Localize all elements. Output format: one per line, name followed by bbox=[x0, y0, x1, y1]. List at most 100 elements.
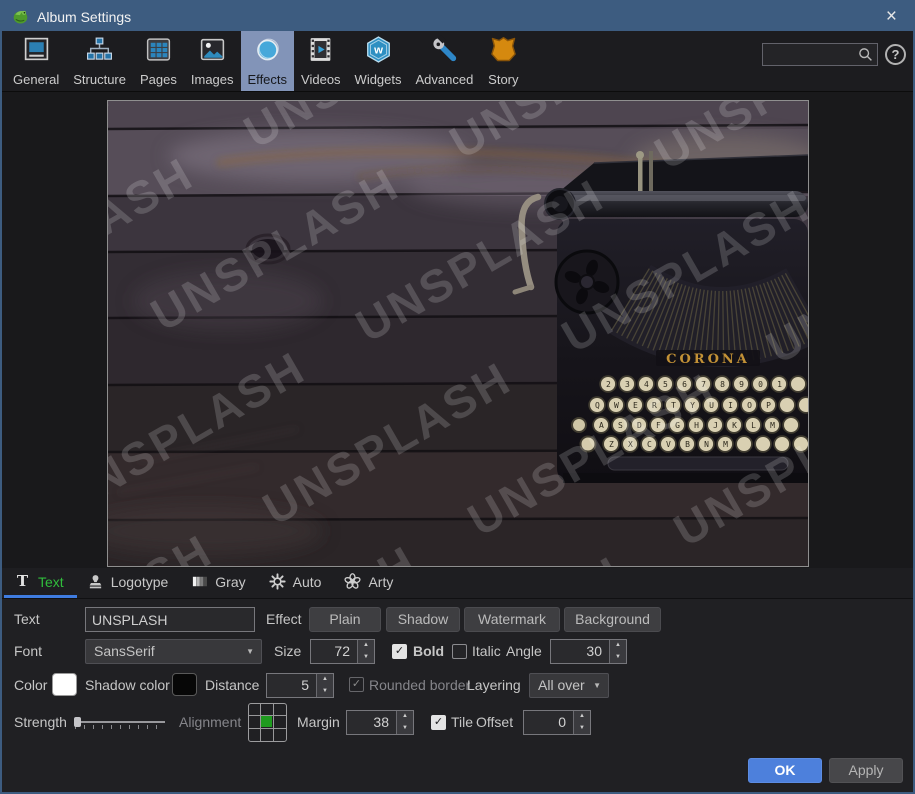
tab-label: Auto bbox=[293, 574, 322, 590]
font-select-value: SansSerif bbox=[94, 643, 155, 659]
italic-label: Italic bbox=[472, 639, 501, 664]
shadow-color-swatch[interactable] bbox=[172, 673, 197, 696]
alignment-cell-center[interactable] bbox=[261, 716, 273, 728]
bold-label: Bold bbox=[413, 639, 444, 664]
ok-button[interactable]: OK bbox=[748, 758, 822, 783]
toolbar-button-videos[interactable]: Videos bbox=[294, 31, 348, 91]
alignment-cell[interactable] bbox=[274, 704, 286, 716]
tab-label: Gray bbox=[215, 574, 245, 590]
tab-logotype[interactable]: Logotype bbox=[77, 568, 182, 598]
alignment-cell[interactable] bbox=[249, 704, 261, 716]
text-tab-icon: T bbox=[14, 573, 31, 590]
apply-button[interactable]: Apply bbox=[829, 758, 903, 783]
advanced-icon bbox=[430, 35, 459, 69]
album-settings-window: Album Settings × General bbox=[0, 0, 915, 794]
font-select[interactable]: SansSerif ▼ bbox=[85, 639, 262, 664]
preview-area: CORONA 2345678901 bbox=[2, 92, 913, 568]
titlebar: Album Settings × bbox=[2, 2, 913, 31]
toolbar-label: Images bbox=[191, 72, 234, 87]
spin-up-icon[interactable]: ▲ bbox=[610, 640, 626, 652]
alignment-grid[interactable] bbox=[248, 703, 287, 742]
watermark-text-input[interactable] bbox=[85, 607, 255, 632]
offset-value: 0 bbox=[524, 711, 573, 734]
help-button[interactable]: ? bbox=[885, 44, 906, 65]
alignment-cell[interactable] bbox=[249, 716, 261, 728]
toolbar-label: Widgets bbox=[355, 72, 402, 87]
toolbar-button-pages[interactable]: Pages bbox=[133, 31, 184, 91]
search-box bbox=[762, 43, 878, 66]
spin-up-icon[interactable]: ▲ bbox=[397, 711, 413, 723]
size-label: Size bbox=[274, 639, 301, 664]
slider-ticks bbox=[75, 725, 165, 729]
spin-up-icon[interactable]: ▲ bbox=[317, 674, 333, 686]
toolbar: General Structure bbox=[2, 31, 913, 92]
layering-select[interactable]: All over ▼ bbox=[529, 673, 609, 698]
spin-down-icon[interactable]: ▼ bbox=[358, 652, 374, 664]
spin-down-icon[interactable]: ▼ bbox=[574, 723, 590, 735]
spin-down-icon[interactable]: ▼ bbox=[610, 652, 626, 664]
search-input[interactable] bbox=[763, 47, 858, 62]
text-color-swatch[interactable] bbox=[52, 673, 77, 696]
toolbar-button-advanced[interactable]: Advanced bbox=[409, 31, 481, 91]
arty-icon bbox=[344, 573, 361, 590]
toolbar-label: Pages bbox=[140, 72, 177, 87]
effects-tabbar: T Text Logotype Gray bbox=[2, 568, 913, 599]
alignment-center-marker bbox=[261, 716, 272, 727]
images-icon bbox=[198, 35, 227, 69]
offset-spinner[interactable]: 0 ▲▼ bbox=[523, 710, 591, 735]
offset-label: Offset bbox=[476, 710, 513, 735]
alignment-cell[interactable] bbox=[274, 729, 286, 741]
toolbar-button-structure[interactable]: Structure bbox=[66, 31, 133, 91]
general-icon bbox=[22, 35, 51, 69]
effect-background-button[interactable]: Background bbox=[564, 607, 661, 632]
bold-checkbox[interactable]: ✓ bbox=[392, 644, 407, 659]
angle-value: 30 bbox=[551, 640, 609, 663]
logotype-icon bbox=[87, 573, 104, 590]
tile-checkbox[interactable]: ✓ bbox=[431, 715, 446, 730]
tab-arty[interactable]: Arty bbox=[334, 568, 406, 598]
text-effect-panel: Text Effect Plain Shadow Watermark Backg… bbox=[2, 599, 913, 792]
layering-label: Layering bbox=[467, 673, 521, 698]
search-icon bbox=[858, 47, 873, 62]
tab-label: Logotype bbox=[111, 574, 169, 590]
alignment-cell[interactable] bbox=[261, 729, 273, 741]
angle-spinner[interactable]: 30 ▲▼ bbox=[550, 639, 627, 664]
alignment-cell[interactable] bbox=[261, 704, 273, 716]
toolbar-button-widgets[interactable]: w Widgets bbox=[348, 31, 409, 91]
alignment-cell[interactable] bbox=[274, 716, 286, 728]
toolbar-label: Story bbox=[488, 72, 518, 87]
gray-icon bbox=[191, 573, 208, 590]
alignment-cell[interactable] bbox=[249, 729, 261, 741]
spin-up-icon[interactable]: ▲ bbox=[358, 640, 374, 652]
tab-text[interactable]: T Text bbox=[4, 568, 77, 598]
spin-down-icon[interactable]: ▼ bbox=[397, 723, 413, 735]
rounded-border-checkbox[interactable]: ✓ bbox=[349, 677, 364, 692]
font-label: Font bbox=[14, 639, 42, 664]
effect-plain-button[interactable]: Plain bbox=[309, 607, 381, 632]
italic-checkbox[interactable] bbox=[452, 644, 467, 659]
videos-icon bbox=[306, 35, 335, 69]
spin-down-icon[interactable]: ▼ bbox=[317, 686, 333, 698]
alignment-label: Alignment bbox=[179, 710, 241, 735]
size-spinner[interactable]: 72 ▲▼ bbox=[310, 639, 375, 664]
slider-thumb[interactable] bbox=[74, 717, 81, 727]
tab-gray[interactable]: Gray bbox=[181, 568, 258, 598]
strength-slider[interactable] bbox=[74, 713, 167, 731]
typewriter-brand: CORONA bbox=[666, 352, 750, 367]
toolbar-button-general[interactable]: General bbox=[6, 31, 66, 91]
tile-label: Tile bbox=[451, 710, 473, 735]
close-button[interactable]: × bbox=[880, 7, 903, 26]
toolbar-button-images[interactable]: Images bbox=[184, 31, 241, 91]
effect-watermark-button[interactable]: Watermark bbox=[464, 607, 560, 632]
tab-auto[interactable]: Auto bbox=[259, 568, 335, 598]
distance-spinner[interactable]: 5 ▲▼ bbox=[266, 673, 334, 698]
toolbar-button-story[interactable]: Story bbox=[480, 31, 526, 91]
slider-track[interactable] bbox=[75, 721, 165, 723]
toolbar-button-effects[interactable]: Effects bbox=[241, 31, 295, 91]
spin-up-icon[interactable]: ▲ bbox=[574, 711, 590, 723]
auto-icon bbox=[269, 573, 286, 590]
structure-icon bbox=[85, 35, 114, 69]
window-title: Album Settings bbox=[37, 9, 131, 25]
margin-spinner[interactable]: 38 ▲▼ bbox=[346, 710, 414, 735]
effect-shadow-button[interactable]: Shadow bbox=[386, 607, 460, 632]
